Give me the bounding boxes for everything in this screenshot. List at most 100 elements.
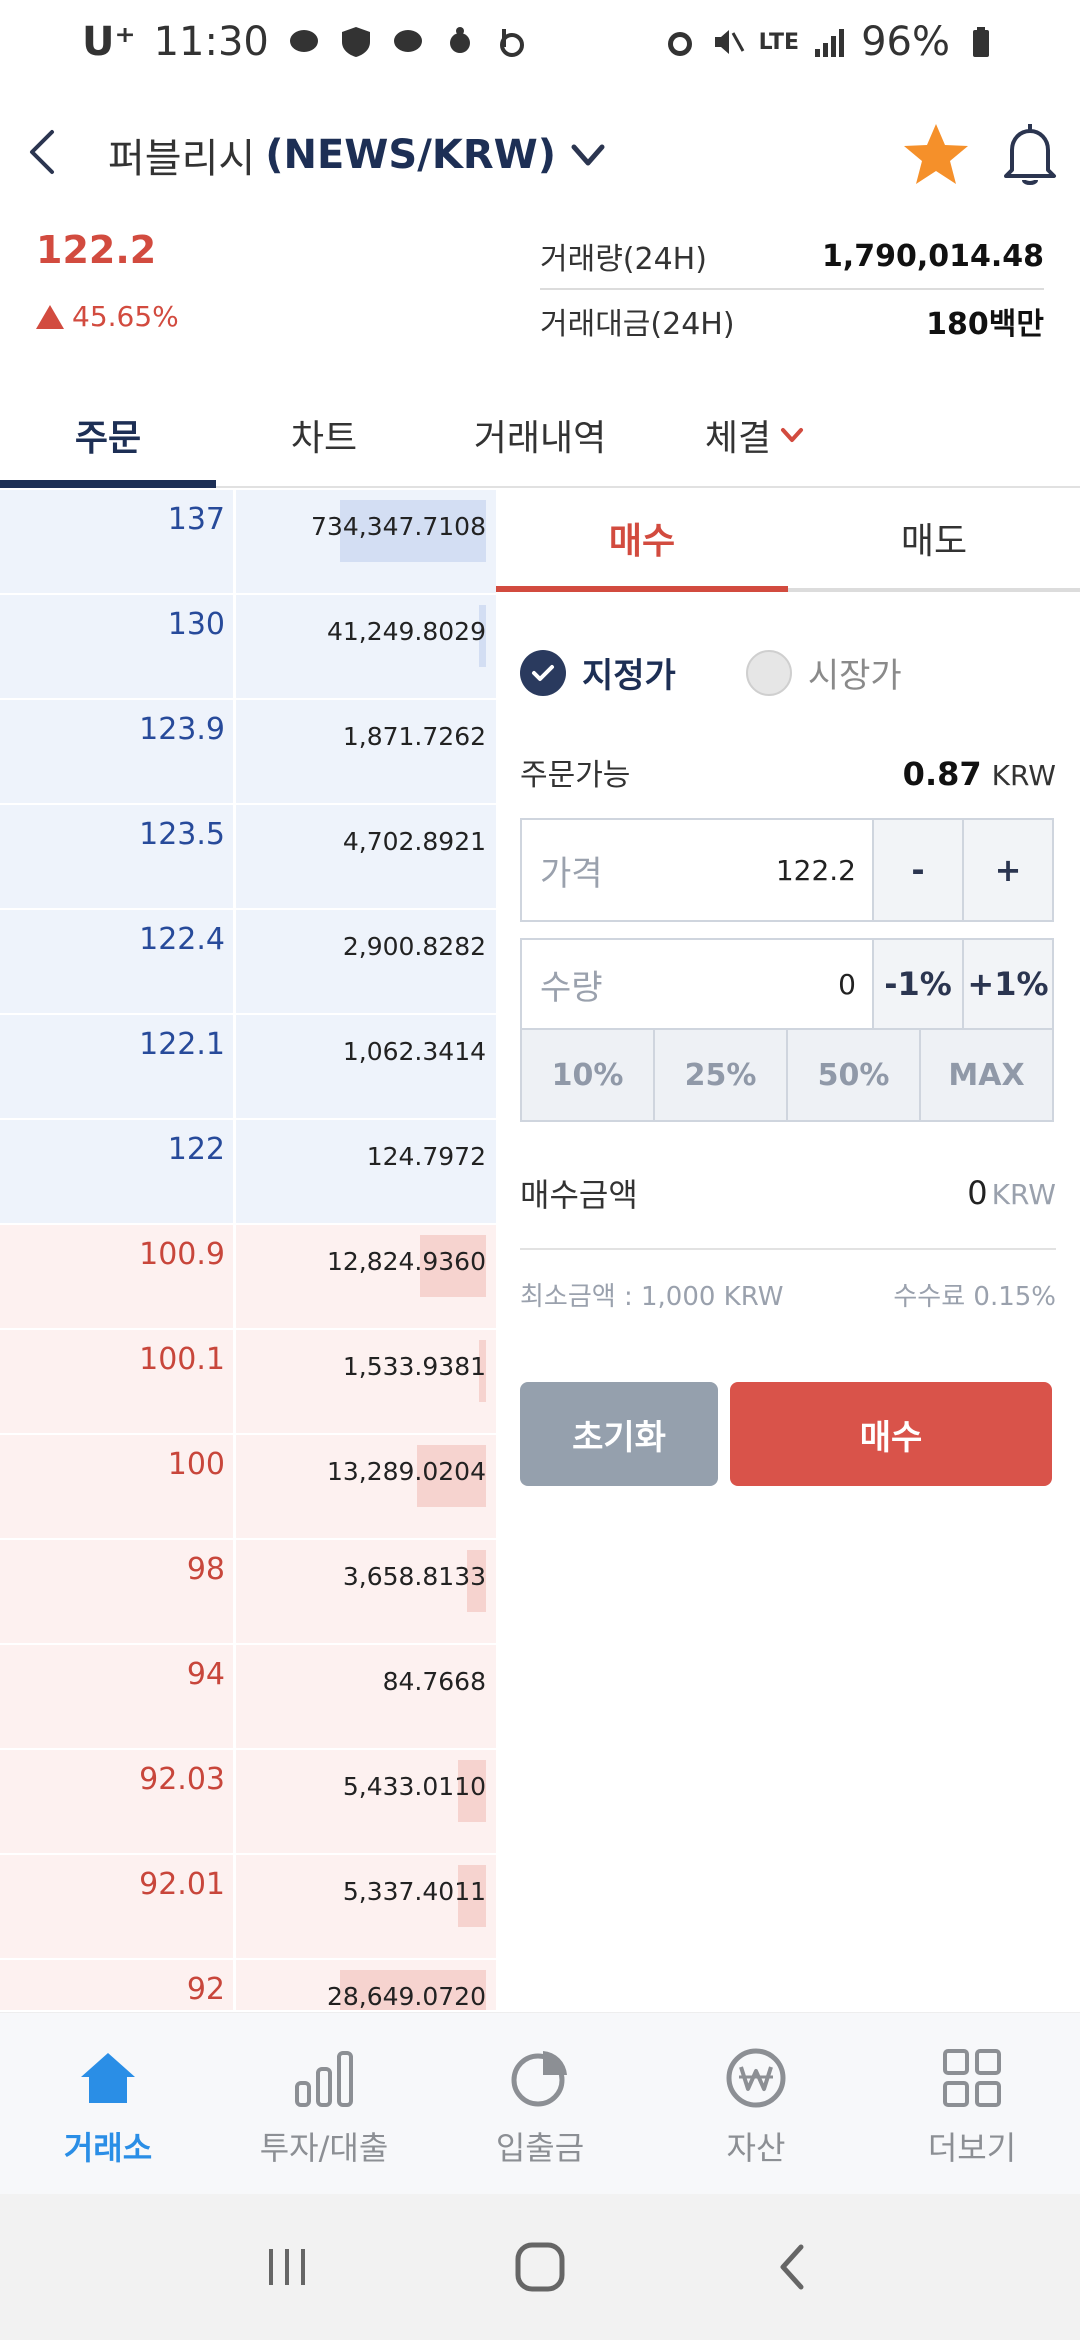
tab-order[interactable]: 주문	[0, 384, 216, 488]
nav-deposit-withdraw[interactable]: 입출금	[432, 2013, 648, 2194]
signal-icon	[815, 29, 845, 57]
price-input[interactable]: 122.2	[600, 820, 872, 920]
ask-price: 123.9	[0, 700, 236, 803]
back-arrow-icon[interactable]	[14, 122, 74, 182]
buy-button[interactable]: 매수	[730, 1382, 1052, 1486]
pct-25-button[interactable]: 25%	[653, 1030, 786, 1120]
limit-label: 지정가	[582, 656, 676, 696]
bell-icon[interactable]	[994, 118, 1066, 190]
radio-market[interactable]: 시장가	[745, 648, 902, 697]
pct-10-button[interactable]: 10%	[522, 1030, 653, 1120]
price-plus-button[interactable]: +	[962, 820, 1052, 920]
bar-chart-icon	[295, 2051, 353, 2107]
nav-label: 자산	[726, 2129, 786, 2167]
system-nav-bar	[0, 2194, 1080, 2340]
bid-quantity: 1,533.9381	[342, 1352, 486, 1381]
available-value: 0.87	[902, 755, 982, 793]
bid-price: 94	[0, 1645, 236, 1748]
price-minus-button[interactable]: -	[872, 820, 962, 920]
chevron-down-icon	[781, 428, 804, 442]
recent-apps-icon[interactable]	[255, 2235, 319, 2299]
nav-label: 입출금	[495, 2129, 585, 2167]
bid-row[interactable]: 92.03 5,433.0110	[0, 1750, 496, 1855]
order-panel: 매수 매도 지정가 시장가 주문가능 0.87 KRW 가격 122.2 - + …	[496, 488, 1080, 1486]
nav-label: 더보기	[927, 2129, 1017, 2167]
bid-row[interactable]: 98 3,658.8133	[0, 1540, 496, 1645]
quantity-minus-percent-button[interactable]: -1%	[872, 940, 962, 1028]
quantity-input[interactable]: 0	[600, 940, 872, 1028]
ask-quantity-cell: 1,062.3414	[236, 1015, 496, 1118]
tab-sell[interactable]: 매도	[788, 488, 1080, 588]
pair-selector[interactable]: 퍼블리시 (NEWS/KRW)	[108, 126, 610, 184]
ask-row[interactable]: 137 734,347.7108	[0, 490, 496, 595]
ask-price: 123.5	[0, 805, 236, 908]
bid-quantity-cell: 5,433.0110	[236, 1750, 496, 1853]
status-bar: U⁺ 11:30 LTE 96%	[0, 0, 1080, 84]
ask-quantity: 41,249.8029	[326, 617, 486, 646]
nav-exchange[interactable]: 거래소	[0, 2013, 216, 2194]
battery-icon	[973, 27, 989, 57]
lte-label: LTE	[758, 29, 800, 55]
bid-row[interactable]: 100.1 1,533.9381	[0, 1330, 496, 1435]
pct-50-button[interactable]: 50%	[786, 1030, 919, 1120]
bid-quantity: 3,658.8133	[342, 1562, 486, 1591]
ask-quantity: 1,062.3414	[342, 1037, 486, 1066]
bid-quantity: 13,289.0204	[326, 1457, 486, 1486]
ask-row[interactable]: 122 124.7972	[0, 1120, 496, 1225]
ask-quantity: 734,347.7108	[311, 512, 486, 541]
reset-button[interactable]: 초기화	[520, 1382, 718, 1486]
up-triangle-icon	[36, 304, 64, 329]
bid-row[interactable]: 92 28,649.0720	[0, 1960, 496, 2010]
quantity-plus-percent-button[interactable]: +1%	[962, 940, 1052, 1028]
bid-row[interactable]: 92.01 5,337.4011	[0, 1855, 496, 1960]
tab-label: 주문	[74, 418, 142, 459]
nav-label: 투자/대출	[259, 2129, 389, 2167]
favorite-star-icon[interactable]	[900, 118, 972, 190]
ask-row[interactable]: 122.4 2,900.8282	[0, 910, 496, 1015]
total-row: 매수금액 0 KRW	[520, 1138, 1056, 1250]
tab-chart[interactable]: 차트	[216, 384, 432, 486]
price-label: 가격	[540, 853, 603, 894]
radio-limit[interactable]: 지정가	[520, 648, 676, 697]
tab-buy[interactable]: 매수	[496, 488, 788, 588]
price-change: 45.65%	[36, 300, 179, 333]
bid-quantity-cell: 13,289.0204	[236, 1435, 496, 1538]
ask-row[interactable]: 123.9 1,871.7262	[0, 700, 496, 805]
ask-quantity-cell: 1,871.7262	[236, 700, 496, 803]
grid-icon	[943, 2049, 1001, 2107]
bid-quantity: 5,337.4011	[342, 1877, 486, 1906]
nav-more[interactable]: 더보기	[864, 2013, 1080, 2194]
bid-quantity-cell: 5,337.4011	[236, 1855, 496, 1958]
ask-row[interactable]: 122.1 1,062.3414	[0, 1015, 496, 1120]
ask-row[interactable]: 123.5 4,702.8921	[0, 805, 496, 910]
home-button-icon[interactable]	[508, 2235, 572, 2299]
ask-price: 122.4	[0, 910, 236, 1013]
pct-max-button[interactable]: MAX	[919, 1030, 1052, 1120]
nav-invest-loan[interactable]: 투자/대출	[216, 2013, 432, 2194]
ask-row[interactable]: 130 41,249.8029	[0, 595, 496, 700]
alarm-icon	[667, 32, 692, 56]
ask-price: 122.1	[0, 1015, 236, 1118]
turnover-row: 거래대금(24H) 180백만	[540, 288, 1044, 352]
ask-quantity-cell: 2,900.8282	[236, 910, 496, 1013]
percent-buttons: 10% 25% 50% MAX	[520, 1030, 1054, 1122]
bid-price: 92	[0, 1960, 236, 2010]
tab-trade-history[interactable]: 거래내역	[432, 384, 648, 486]
clock: 11:30	[153, 19, 269, 65]
tab-executions[interactable]: 체결	[648, 384, 864, 486]
ask-quantity: 2,900.8282	[342, 932, 486, 961]
nav-assets[interactable]: 자산	[648, 2013, 864, 2194]
volume-label: 거래량(24H)	[540, 242, 707, 277]
bid-row[interactable]: 94 84.7668	[0, 1645, 496, 1750]
ask-quantity: 4,702.8921	[342, 827, 486, 856]
bid-quantity-cell: 1,533.9381	[236, 1330, 496, 1433]
bottom-nav: 거래소 투자/대출 입출금 자산 더보기	[0, 2012, 1080, 2194]
volume-row: 거래량(24H) 1,790,014.48	[540, 224, 1044, 288]
bid-row[interactable]: 100.9 12,824.9360	[0, 1225, 496, 1330]
order-info: 최소금액 : 1,000 KRW 수수료 0.15%	[520, 1276, 1056, 1313]
back-icon[interactable]	[761, 2235, 825, 2299]
current-price: 122.2	[36, 228, 157, 272]
bid-quantity-cell: 3,658.8133	[236, 1540, 496, 1643]
bid-row[interactable]: 100 13,289.0204	[0, 1435, 496, 1540]
volume-value: 1,790,014.48	[821, 238, 1044, 274]
